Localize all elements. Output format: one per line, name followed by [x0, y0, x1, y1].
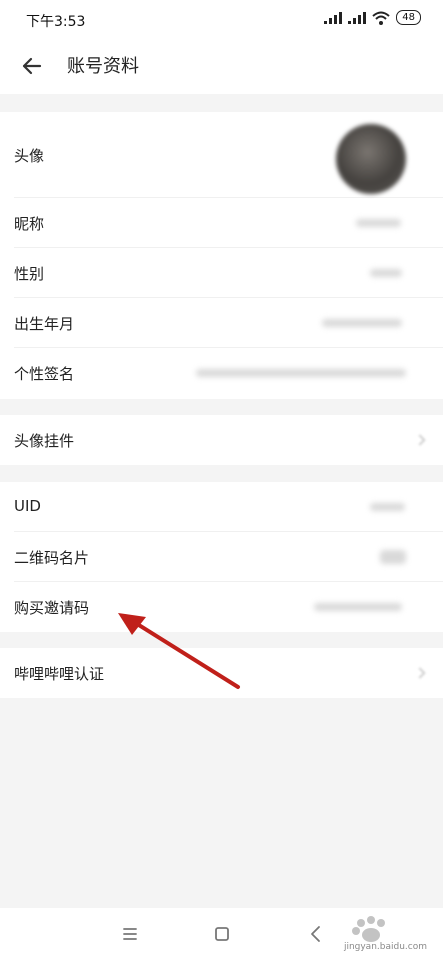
signature-value-blurred — [196, 369, 406, 377]
wifi-icon — [372, 11, 390, 25]
menu-icon[interactable] — [116, 920, 144, 948]
row-label-nickname: 昵称 — [14, 215, 45, 233]
row-gender[interactable]: 性别 — [0, 248, 443, 298]
row-avatar-pendant[interactable]: 头像挂件 — [0, 415, 443, 465]
system-nav-bar: jingyan.baidu.com — [0, 908, 443, 960]
watermark-url: jingyan.baidu.com — [343, 942, 427, 952]
chevron-right-icon — [414, 667, 426, 679]
gender-value-blurred — [370, 269, 402, 277]
chevron-left-icon[interactable] — [302, 920, 330, 948]
row-label-uid: UID — [14, 497, 41, 515]
row-signature[interactable]: 个性签名 — [0, 348, 443, 398]
row-label-birthday: 出生年月 — [14, 315, 75, 333]
status-time: 下午3:53 — [26, 14, 86, 30]
avatar[interactable] — [336, 124, 406, 194]
invite-value-blurred — [314, 603, 402, 611]
chevron-right-icon — [414, 434, 426, 446]
row-birthday[interactable]: 出生年月 — [0, 298, 443, 348]
arrow-left-icon[interactable] — [18, 52, 46, 80]
row-label-invite-code: 购买邀请码 — [14, 599, 90, 617]
top-bar: 账号资料 — [0, 38, 443, 94]
row-label-avatar: 头像 — [14, 147, 45, 165]
annotation-arrow-icon — [118, 613, 240, 689]
pendant-section: 头像挂件 — [0, 415, 443, 465]
uid-value-blurred — [370, 503, 405, 511]
row-label-avatar-pendant: 头像挂件 — [14, 432, 75, 450]
battery-indicator: 48 — [396, 10, 421, 25]
status-icons: 48 — [324, 10, 421, 25]
status-bar: 下午3:53 48 — [0, 0, 443, 38]
birthday-value-blurred — [322, 319, 402, 327]
home-icon[interactable] — [208, 920, 236, 948]
row-label-qr-card: 二维码名片 — [14, 549, 90, 567]
signal-icon — [324, 11, 343, 24]
row-label-certification: 哔哩哔哩认证 — [14, 665, 105, 683]
row-label-gender: 性别 — [14, 265, 45, 283]
signal-hd-icon — [348, 11, 367, 24]
row-nickname[interactable]: 昵称 — [0, 198, 443, 248]
nickname-value-blurred — [356, 219, 401, 227]
row-qr-card[interactable]: 二维码名片 — [0, 532, 443, 582]
row-label-signature: 个性签名 — [14, 365, 75, 383]
page-title: 账号资料 — [67, 56, 139, 77]
qr-icon-blurred — [380, 550, 406, 564]
row-uid[interactable]: UID — [0, 482, 443, 532]
